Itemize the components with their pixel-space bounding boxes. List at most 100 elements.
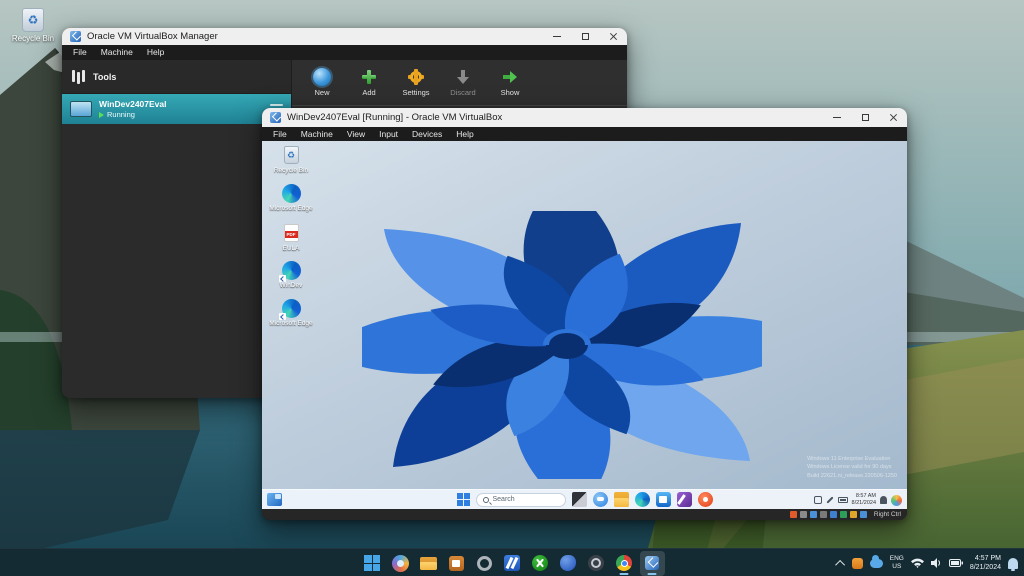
vm-maximize-button[interactable] — [851, 108, 879, 127]
manager-title: Oracle VM VirtualBox Manager — [87, 31, 218, 42]
vm-menu-devices[interactable]: Devices — [405, 128, 449, 141]
optical-drive-status-icon[interactable] — [799, 511, 807, 518]
host-widgets-button[interactable] — [388, 551, 413, 576]
guest-edge-shortcut[interactable]: Microsoft Edge — [268, 184, 314, 212]
pen-icon[interactable] — [825, 496, 834, 504]
guest-pdf-shortcut[interactable]: PDF EULA — [268, 223, 314, 252]
host-settings[interactable] — [472, 551, 497, 576]
usb-status-icon[interactable] — [829, 511, 837, 518]
language-indicator[interactable]: ENG US — [890, 555, 904, 571]
settings-button[interactable]: Settings — [400, 68, 432, 97]
guest-app-shortcut[interactable]: WinDev — [268, 261, 314, 289]
watermark-line: Windows License valid for 90 days — [807, 464, 892, 471]
vm-list-item[interactable]: WinDev2407Eval Running — [62, 94, 291, 124]
task-view-icon[interactable] — [571, 492, 587, 507]
file-explorer-icon[interactable] — [613, 492, 629, 507]
manager-menu-machine[interactable]: Machine — [94, 46, 140, 59]
vm-minimize-button[interactable] — [823, 108, 851, 127]
guest-icon-label: WinDev — [279, 282, 303, 289]
tray-icon[interactable] — [813, 496, 822, 504]
host-virtualbox[interactable] — [639, 550, 665, 576]
edge-icon[interactable] — [634, 492, 650, 507]
wifi-icon[interactable] — [910, 558, 924, 568]
hard-disk-status-icon[interactable] — [789, 511, 797, 518]
copilot-icon[interactable] — [891, 494, 902, 506]
battery-icon[interactable] — [948, 559, 963, 567]
host-recycle-bin[interactable]: ♻ Recycle Bin — [10, 8, 56, 43]
minimize-icon — [833, 117, 841, 118]
maximize-icon — [861, 114, 869, 121]
microsoft-store-icon[interactable] — [655, 492, 671, 507]
notifications-icon[interactable] — [880, 496, 887, 504]
guest-desktop[interactable]: ♻ Recycle Bin Microsoft Edge PDF EULA Wi… — [262, 141, 907, 509]
edge-icon — [281, 184, 301, 203]
vm-titlebar[interactable]: WinDev2407Eval [Running] - Oracle VM Vir… — [262, 108, 907, 127]
onedrive-icon[interactable] — [869, 554, 883, 568]
vm-menu-file[interactable]: File — [266, 128, 294, 141]
manager-maximize-button[interactable] — [571, 28, 599, 45]
guest-icon-label: Microsoft Edge — [269, 205, 313, 212]
app-icon — [504, 555, 520, 571]
manager-close-button[interactable] — [599, 28, 627, 45]
manager-menu-file[interactable]: File — [66, 46, 94, 59]
host-ring-app[interactable] — [584, 551, 609, 576]
shortcut-arrow-icon — [279, 313, 286, 320]
guest-search-box[interactable]: Search — [475, 492, 566, 507]
virtualbox-logo-icon — [270, 112, 281, 123]
guest-edge-shortcut-2[interactable]: Microsoft Edge — [268, 299, 314, 327]
display-status-icon[interactable] — [849, 511, 857, 518]
vm-list-pane: Tools WinDev2407Eval Running — [62, 60, 292, 398]
language-line1: ENG — [889, 555, 904, 563]
battery-icon[interactable] — [837, 497, 848, 503]
vm-menu-help[interactable]: Help — [449, 128, 480, 141]
guest-time: 8:57 AM — [855, 493, 876, 500]
vm-menu-view[interactable]: View — [340, 128, 372, 141]
manager-minimize-button[interactable] — [543, 28, 571, 45]
vm-state-label: Running — [107, 110, 135, 119]
vm-menu-input[interactable]: Input — [372, 128, 405, 141]
settings-label: Settings — [402, 88, 430, 97]
devhome-icon[interactable] — [697, 492, 713, 507]
host-system-tray: ENG US 4:57 PM 8/21/2024 — [834, 549, 1018, 576]
widgets-icon[interactable] — [267, 493, 282, 506]
tools-header[interactable]: Tools — [62, 60, 291, 94]
vm-menu-machine[interactable]: Machine — [294, 128, 340, 141]
guest-start-button[interactable] — [456, 493, 470, 506]
recording-status-icon[interactable] — [859, 511, 867, 518]
show-button[interactable]: Show — [494, 68, 526, 97]
settings-gear-icon — [407, 68, 425, 86]
new-vm-button[interactable]: New — [306, 68, 338, 97]
paint3d-icon — [560, 555, 576, 571]
network-status-icon[interactable] — [819, 511, 827, 518]
add-vm-button[interactable]: Add — [353, 68, 385, 97]
guest-clock[interactable]: 8:57 AM 8/21/2024 — [852, 493, 876, 507]
visual-studio-icon[interactable] — [676, 492, 692, 507]
host-key-label: Right Ctrl — [873, 511, 901, 518]
host-chrome[interactable] — [612, 551, 637, 576]
chat-icon[interactable] — [592, 492, 608, 507]
virtualbox-logo-icon — [70, 31, 81, 42]
speaker-icon[interactable] — [930, 558, 942, 568]
xbox-icon — [532, 555, 548, 571]
host-app-slashes[interactable] — [500, 551, 525, 576]
notifications-bell-icon[interactable] — [1008, 557, 1018, 571]
manager-titlebar[interactable]: Oracle VM VirtualBox Manager — [62, 28, 627, 45]
manager-menu-help[interactable]: Help — [140, 46, 171, 59]
host-clock[interactable]: 4:57 PM 8/21/2024 — [970, 554, 1001, 572]
host-paint3d[interactable] — [556, 551, 581, 576]
discard-icon — [454, 68, 472, 86]
host-store[interactable] — [444, 551, 469, 576]
vm-close-button[interactable] — [879, 108, 907, 127]
audio-status-icon[interactable] — [809, 511, 817, 518]
tray-app-icon[interactable] — [851, 557, 863, 569]
host-start-button[interactable] — [360, 551, 385, 576]
host-xbox[interactable] — [528, 551, 553, 576]
vm-guest-window: WinDev2407Eval [Running] - Oracle VM Vir… — [262, 108, 907, 520]
host-taskbar: ENG US 4:57 PM 8/21/2024 — [0, 548, 1024, 576]
close-icon — [609, 32, 618, 41]
guest-icon-label: Recycle Bin — [273, 167, 309, 174]
host-file-explorer[interactable] — [416, 551, 441, 576]
shared-folders-status-icon[interactable] — [839, 511, 847, 518]
chrome-icon — [616, 555, 632, 571]
guest-recycle-bin[interactable]: ♻ Recycle Bin — [268, 145, 314, 174]
